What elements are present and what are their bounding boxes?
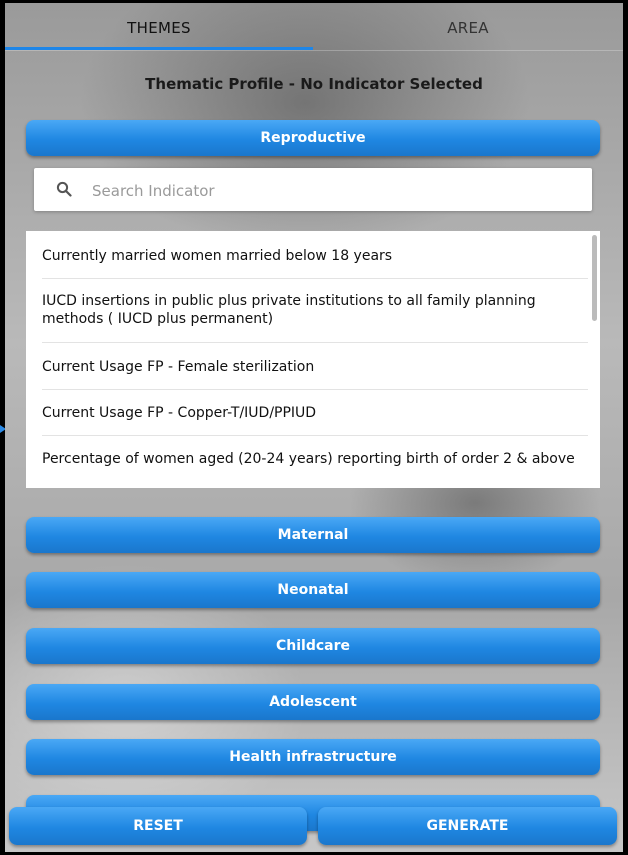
profile-title: Thematic Profile - No Indicator Selected [145,75,483,93]
app-frame: THEMES AREA Thematic Profile - No Indica… [5,3,623,852]
indicator-list[interactable]: Currently married women married below 18… [26,231,600,488]
theme-button-adolescent[interactable]: Adolescent [26,684,600,720]
generate-button[interactable]: GENERATE [318,807,617,845]
search-box [34,168,592,213]
active-tab-indicator [5,47,313,50]
theme-button-neonatal[interactable]: Neonatal [26,572,600,608]
list-divider [42,435,588,436]
theme-button-reproductive[interactable]: Reproductive [26,120,600,156]
indicator-item[interactable]: Current Usage FP - Copper-T/IUD/PPIUD [42,404,582,422]
indicator-item[interactable]: Current Usage FP - Female sterilization [42,358,582,376]
action-bar: RESET GENERATE [5,803,623,852]
list-scrollbar[interactable] [592,235,597,321]
tab-themes[interactable]: THEMES [5,3,313,53]
list-divider [42,278,588,279]
search-input[interactable] [90,168,574,213]
indicator-item[interactable]: Percentage of women aged (20-24 years) r… [42,450,582,468]
tab-bar: THEMES AREA [5,3,623,53]
tab-divider [5,50,623,51]
list-divider [42,342,588,343]
list-divider [42,389,588,390]
indicator-item[interactable]: IUCD insertions in public plus private i… [42,292,582,328]
search-icon [56,181,72,197]
theme-button-health-infrastructure[interactable]: Health infrastructure [26,739,600,775]
theme-button-maternal[interactable]: Maternal [26,517,600,553]
theme-button-childcare[interactable]: Childcare [26,628,600,664]
tab-area[interactable]: AREA [313,3,623,53]
reset-button[interactable]: RESET [9,807,307,845]
indicator-item[interactable]: Currently married women married below 18… [42,247,582,265]
